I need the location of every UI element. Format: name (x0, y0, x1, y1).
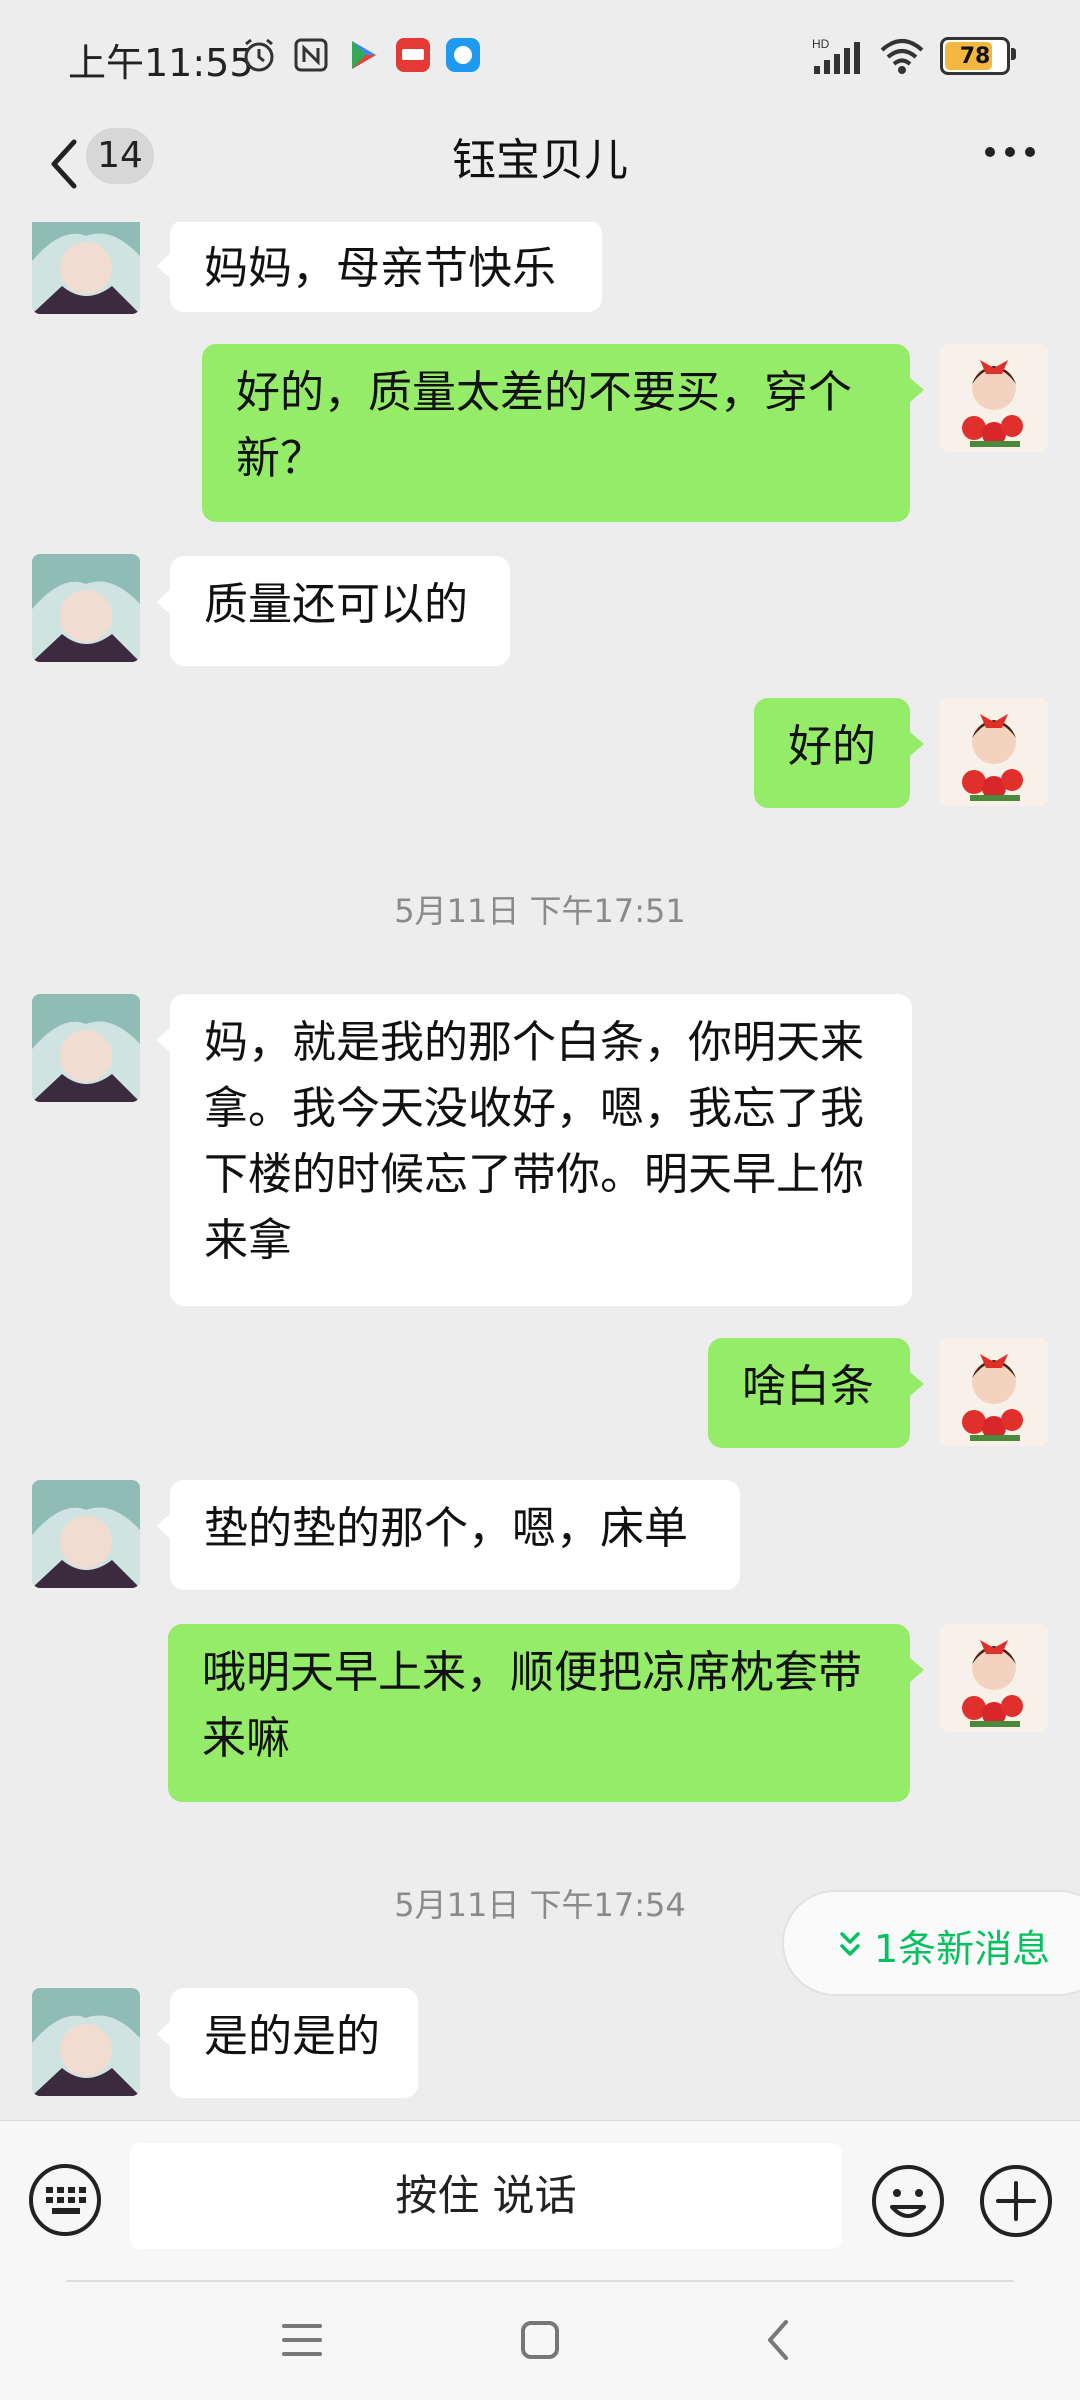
message-bubble-in[interactable]: 质量还可以的 (156, 556, 510, 666)
system-nav-bar (0, 2280, 1080, 2400)
signal-icon: HD (812, 37, 860, 74)
home-icon[interactable] (518, 2318, 562, 2362)
more-options-icon[interactable] (980, 132, 1040, 172)
message-bubble-in[interactable]: 是的是的 (156, 1988, 418, 2098)
my-avatar[interactable] (940, 698, 1048, 806)
news-app-icon (396, 38, 430, 72)
divider (66, 2280, 1014, 2282)
message-bubble-in[interactable]: 妈妈，母亲节快乐 (156, 222, 602, 312)
my-avatar[interactable] (940, 344, 1048, 452)
nfc-icon (294, 38, 328, 72)
recent-apps-icon[interactable] (280, 2320, 324, 2360)
message-bubble-out[interactable]: 好的，质量太差的不要买，穿个 新？ (202, 344, 924, 522)
contact-avatar[interactable] (32, 1988, 140, 2096)
battery-indicator: 78 (940, 37, 1016, 75)
contact-avatar[interactable] (32, 994, 140, 1102)
timestamp: 5月11日 下午17:51 (394, 892, 686, 930)
message-bubble-out[interactable]: 哦明天早上来，顺便把凉席枕套带 来嘛 (168, 1624, 924, 1802)
play-store-icon (352, 41, 376, 69)
message-bubble-in[interactable]: 垫的垫的那个，嗯，床单 (156, 1480, 740, 1590)
wifi-icon (880, 39, 924, 74)
nav-back-icon[interactable] (760, 2316, 796, 2364)
add-attachment-icon[interactable] (978, 2163, 1054, 2239)
status-right-group: HD 78 (812, 34, 1016, 78)
new-message-label: 1条新消息 (874, 1927, 1051, 1971)
status-bar: 上午11:55 HD 78 (0, 0, 1080, 112)
double-chevron-down-icon (840, 1932, 860, 1956)
alarm-icon (244, 38, 274, 72)
svg-text:HD: HD (812, 37, 830, 51)
emoji-icon[interactable] (870, 2163, 946, 2239)
message-bubble-out[interactable]: 好的 (754, 698, 924, 808)
chat-area[interactable]: 妈妈，母亲节快乐 好的，质量太差的不要买，穿个 新？ 质量还可以的 好的 5月1… (0, 222, 1080, 2120)
contact-avatar[interactable] (32, 554, 140, 662)
keyboard-toggle-icon[interactable] (28, 2163, 102, 2237)
chat-title: 钰宝贝儿 (452, 135, 628, 186)
hold-to-talk-button[interactable]: 按住 说话 (130, 2143, 842, 2249)
new-message-pill[interactable]: 1条新消息 (782, 1890, 1080, 1996)
contact-avatar[interactable] (32, 222, 140, 314)
message-app-icon (446, 38, 480, 72)
status-time: 上午11:55 (68, 41, 254, 85)
message-bubble-out[interactable]: 啥白条 (708, 1338, 924, 1448)
contact-avatar[interactable] (32, 1480, 140, 1588)
message-bubble-in[interactable]: 妈，就是我的那个白条，你明天来 拿。我今天没收好，嗯，我忘了我 下楼的时候忘了带… (156, 994, 912, 1306)
my-avatar[interactable] (940, 1338, 1048, 1446)
input-bar: 按住 说话 (0, 2120, 1080, 2281)
my-avatar[interactable] (940, 1624, 1048, 1732)
